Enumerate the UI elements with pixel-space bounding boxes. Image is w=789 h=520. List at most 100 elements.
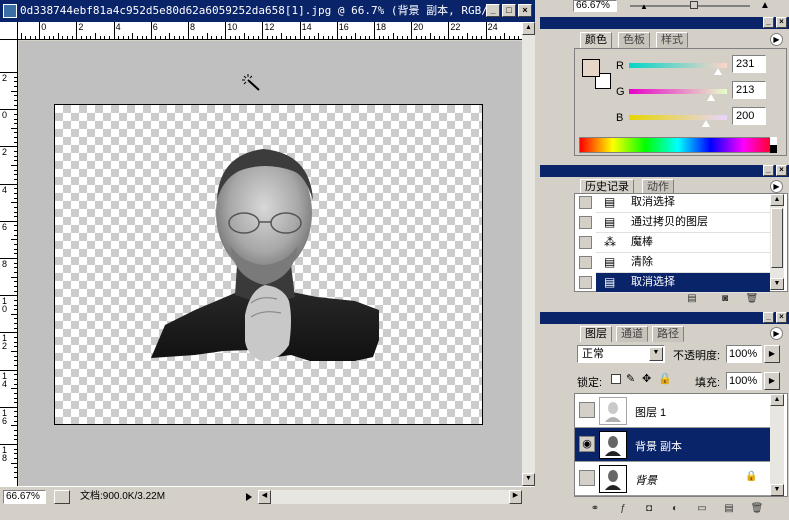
status-menu-button[interactable] (54, 490, 70, 504)
history-snapshot-checkbox[interactable] (579, 216, 592, 229)
document-title-bar[interactable]: 0d338744ebf81a4c952d5e80d62a6059252da658… (0, 0, 535, 22)
ruler-tick (308, 36, 310, 39)
layers-panel-titlebar[interactable]: _ × (540, 312, 789, 324)
navigator-slider-thumb[interactable] (690, 1, 698, 9)
history-panel-menu-button[interactable]: ▶ (770, 180, 783, 193)
link-layers-icon[interactable]: ⚭ (588, 503, 602, 515)
r-value-field[interactable]: 231 (732, 55, 766, 73)
color-panel-close[interactable]: × (776, 17, 787, 28)
history-panel-close[interactable]: × (776, 165, 787, 176)
history-snapshot-checkbox[interactable] (579, 256, 592, 269)
maximize-button[interactable]: □ (502, 4, 516, 17)
horizontal-ruler[interactable]: 0 2 4 6 8 10 12 14 16 18 20 22 24 (18, 22, 522, 40)
g-value-field[interactable]: 213 (732, 81, 766, 99)
new-document-from-state-icon[interactable]: ▤ (685, 293, 699, 305)
history-panel-minimize[interactable]: _ (763, 165, 774, 176)
layer-style-icon[interactable]: ƒ (616, 503, 630, 515)
layer-mask-icon[interactable]: ◘ (642, 503, 656, 515)
lock-transparency-icon[interactable] (611, 374, 621, 384)
status-arrow-icon[interactable] (246, 493, 252, 501)
tab-styles[interactable]: 样式 (656, 32, 688, 48)
scroll-up-button[interactable]: ▲ (522, 22, 535, 35)
color-ramp[interactable] (579, 137, 777, 153)
history-item[interactable]: ▤ 通过拷贝的图层 (596, 213, 770, 233)
b-value-field[interactable]: 200 (732, 107, 766, 125)
vertical-ruler[interactable]: 2 0 2 4 6 8 10 12 14 16 18 (0, 40, 18, 486)
lock-pixels-icon[interactable]: ✎ (626, 372, 635, 385)
history-scroll-up[interactable]: ▲ (770, 194, 784, 206)
history-item[interactable]: ⁂ 魔棒 (596, 233, 770, 253)
new-layer-icon[interactable]: ▤ (722, 503, 736, 515)
new-snapshot-icon[interactable]: ◙ (718, 293, 732, 305)
horizontal-scrollbar[interactable]: ◀ ▶ (258, 490, 522, 504)
history-snapshot-checkbox[interactable] (579, 196, 592, 209)
eye-icon[interactable]: ◉ (579, 436, 595, 452)
foreground-color-swatch[interactable] (582, 59, 600, 77)
blend-mode-dropdown-icon[interactable]: ▼ (649, 347, 663, 361)
b-slider[interactable] (629, 115, 727, 120)
r-slider[interactable] (629, 63, 727, 68)
tab-channels[interactable]: 通道 (616, 326, 648, 342)
color-ramp-black[interactable] (770, 145, 777, 153)
history-panel-titlebar[interactable]: _ × (540, 165, 789, 177)
opacity-slider-button[interactable]: ▶ (764, 345, 780, 363)
ruler-label: 8 (2, 259, 8, 269)
visibility-toggle[interactable] (579, 402, 595, 418)
r-slider-thumb[interactable] (713, 68, 722, 75)
history-snapshot-checkbox[interactable] (579, 276, 592, 289)
color-panel-titlebar[interactable]: _ × (540, 17, 789, 29)
close-button[interactable]: × (518, 4, 532, 17)
layers-scroll-up[interactable]: ▲ (770, 394, 784, 406)
tab-paths[interactable]: 路径 (652, 326, 684, 342)
layers-panel-minimize[interactable]: _ (763, 312, 774, 323)
ruler-tick (14, 262, 17, 264)
history-scrollbar[interactable]: ▲ ▼ (770, 194, 784, 290)
fill-field[interactable]: 100% (726, 372, 762, 390)
opacity-field[interactable]: 100% (726, 345, 762, 363)
scroll-down-button[interactable]: ▼ (522, 473, 535, 486)
tab-swatches[interactable]: 色板 (618, 32, 650, 48)
layer-row[interactable]: 图层 1 (575, 394, 770, 428)
layers-panel-close[interactable]: × (776, 312, 787, 323)
document-window: 0d338744ebf81a4c952d5e80d62a6059252da658… (0, 0, 535, 520)
minimize-button[interactable]: _ (486, 4, 500, 17)
zoom-out-icon[interactable]: ▲ (640, 2, 648, 11)
photoshop-doc-icon[interactable] (3, 4, 17, 18)
history-scroll-down[interactable]: ▼ (770, 278, 784, 290)
color-panel-minimize[interactable]: _ (763, 17, 774, 28)
scroll-right-button[interactable]: ▶ (509, 490, 522, 504)
history-item[interactable]: ▤ 取消选择 (596, 273, 770, 293)
history-snapshot-checkbox[interactable] (579, 236, 592, 249)
ruler-tick (14, 113, 17, 115)
scroll-left-button[interactable]: ◀ (258, 490, 271, 504)
layers-scrollbar[interactable]: ▲ ▼ (770, 394, 784, 496)
tab-layers[interactable]: 图层 (580, 326, 612, 342)
history-delete-icon[interactable]: 🗑 (745, 293, 759, 305)
vertical-scrollbar[interactable]: ▲ ▼ (522, 22, 535, 486)
g-slider-thumb[interactable] (706, 94, 715, 101)
color-ramp-white[interactable] (770, 137, 777, 145)
layer-row[interactable]: ◉ 背景 副本 (575, 428, 770, 462)
layers-scroll-down[interactable]: ▼ (770, 484, 784, 496)
ruler-origin[interactable] (0, 22, 18, 40)
new-group-icon[interactable]: ▭ (695, 503, 709, 515)
b-slider-thumb[interactable] (701, 120, 710, 127)
navigator-zoom-field[interactable]: 66.67% (573, 0, 617, 12)
zoom-field[interactable]: 66.67% (3, 490, 46, 504)
history-item[interactable]: ▤ 清除 (596, 253, 770, 273)
zoom-in-icon[interactable]: ▲ (760, 0, 770, 11)
layer-row[interactable]: 背景 🔒 (575, 462, 770, 496)
lock-position-icon[interactable]: ✥ (642, 372, 651, 385)
history-scroll-thumb[interactable] (771, 208, 783, 268)
layers-panel-menu-button[interactable]: ▶ (770, 327, 783, 340)
visibility-toggle[interactable] (579, 470, 595, 486)
lock-all-icon[interactable]: 🔒 (658, 372, 672, 385)
fill-slider-button[interactable]: ▶ (764, 372, 780, 390)
image-canvas[interactable] (54, 104, 483, 425)
history-item[interactable]: ▤ 取消选择 (596, 193, 770, 213)
color-panel-menu-button[interactable]: ▶ (770, 33, 783, 46)
adjustment-layer-icon[interactable]: ◐ (668, 503, 682, 515)
delete-layer-icon[interactable]: 🗑 (750, 503, 764, 515)
tab-color[interactable]: 颜色 (580, 32, 612, 48)
ruler-tick (11, 202, 17, 204)
